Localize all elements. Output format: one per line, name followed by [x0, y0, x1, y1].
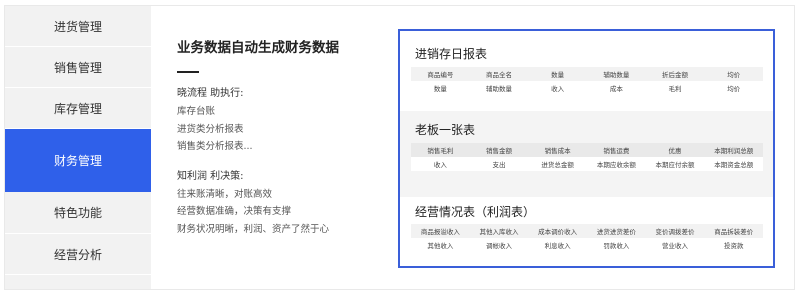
table-cell: 折后金额	[662, 71, 689, 79]
sidebar-item-label: 进货管理	[53, 19, 102, 34]
sidebar-item-purchase[interactable]: 进货管理	[5, 6, 151, 47]
table-cell: 进货总金额	[541, 161, 574, 169]
feature-description: 业务数据自动生成财务数据 晓流程 助执行: 库存台账 进货类分析报表 销售类分析…	[177, 36, 377, 238]
table-cell: 数量	[433, 85, 447, 93]
sidebar-item-label: 经营分析	[53, 247, 102, 262]
sidebar-item-finance[interactable]: 财务管理	[5, 129, 151, 192]
table-cell: 毛利	[668, 85, 682, 93]
table-row: 收入 支出 进货总金额 本期应收余额 本期应付余额 本期资金总额	[411, 157, 763, 171]
table-cell: 调帐收入	[486, 242, 512, 250]
report-table: 销售毛利 销售金额 销售成本 销售运费 优惠 本期利润总额 收入 支出 进货总金…	[411, 143, 763, 171]
table-cell: 利息收入	[544, 242, 571, 250]
table-cell: 支出	[492, 161, 506, 169]
table-row: 商品编号 商品全名 数量 辅助数量 折后金额 均价	[411, 67, 763, 81]
table-cell: 收入	[551, 85, 565, 93]
sidebar: 进货管理 销售管理 库存管理 财务管理 特色功能 经营分析	[5, 6, 151, 289]
report-table: 商品编号 商品全名 数量 辅助数量 折后金额 均价 数量 辅助数量 收入 成本 …	[411, 67, 763, 95]
table-cell: 投资款	[723, 242, 744, 250]
group-heading: 晓流程 助执行:	[177, 88, 244, 99]
sidebar-item-label: 特色功能	[53, 206, 102, 220]
title-underline	[177, 71, 199, 73]
table-cell: 数量	[551, 71, 565, 79]
table-cell: 商品编号	[427, 71, 454, 79]
table-row: 数量 辅助数量 收入 成本 毛利 均价	[411, 81, 763, 95]
table-cell: 辅助数量	[603, 71, 630, 79]
description-group-process: 晓流程 助执行: 库存台账 进货类分析报表 销售类分析报表...	[177, 85, 377, 156]
description-line: 经营数据准确，决策有支撑	[177, 206, 292, 217]
table-row: 销售毛利 销售金额 销售成本 销售运费 优惠 本期利润总额	[411, 143, 763, 157]
table-cell: 本期资金总额	[714, 161, 754, 169]
description-line: 进货类分析报表	[177, 123, 244, 135]
table-cell: 本期应收余额	[596, 161, 636, 169]
table-cell: 本期利润总额	[714, 147, 754, 155]
table-cell: 均价	[727, 71, 741, 79]
sidebar-item-features[interactable]: 特色功能	[5, 192, 151, 234]
table-cell: 销售成本	[544, 147, 571, 155]
table-cell: 变价调拨差价	[655, 228, 695, 236]
description-line: 财务状况明晰，利润、资产了然于心	[177, 223, 330, 235]
table-cell: 成本调价收入	[538, 228, 578, 236]
report-income-statement: 经营情况表（利润表） 商品报溢收入 其他入库收入 成本调价收入 进货进货差价 变…	[400, 197, 773, 266]
table-cell: 均价	[727, 85, 741, 93]
table-cell: 其他入库收入	[479, 228, 519, 236]
table-cell: 收入	[433, 161, 447, 169]
report-title: 老板一张表	[415, 123, 476, 137]
table-cell: 营业收入	[662, 242, 689, 250]
table-cell: 本期应付余额	[655, 161, 695, 169]
table-cell: 罚款收入	[603, 242, 630, 250]
report-preview-panel: 进销存日报表 商品编号 商品全名 数量 辅助数量 折后金额 均价 数量 辅助数量…	[398, 29, 775, 268]
group-heading: 知利润 利决策:	[177, 170, 244, 182]
report-boss-summary: 老板一张表 销售毛利 销售金额 销售成本 销售运费 优惠 本期利润总额 收入 支…	[400, 111, 773, 197]
table-cell: 辅助数量	[486, 85, 512, 93]
report-table: 商品报溢收入 其他入库收入 成本调价收入 进货进货差价 变价调拨差价 商品拆装差…	[411, 224, 763, 252]
table-cell: 销售金额	[486, 147, 512, 155]
report-title: 经营情况表（利润表）	[415, 205, 536, 219]
report-daily: 进销存日报表 商品编号 商品全名 数量 辅助数量 折后金额 均价 数量 辅助数量…	[400, 31, 773, 107]
description-line: 销售类分析报表...	[177, 141, 253, 152]
sidebar-item-label: 销售管理	[53, 60, 102, 75]
sidebar-item-label: 财务管理	[53, 154, 102, 168]
page-frame: 进货管理 销售管理 库存管理 财务管理 特色功能 经营分析 业务数据自动生成财务…	[4, 5, 795, 290]
sidebar-item-analysis[interactable]: 经营分析	[5, 234, 151, 275]
description-group-profit: 知利润 利决策: 往来账清晰，对账高效 经营数据准确，决策有支撑 财务状况明晰，…	[177, 168, 377, 239]
sidebar-item-sales[interactable]: 销售管理	[5, 47, 151, 88]
table-cell: 商品全名	[486, 71, 512, 79]
description-line: 库存台账	[177, 106, 216, 117]
table-cell: 成本	[609, 85, 623, 93]
table-row: 其他收入 调帐收入 利息收入 罚款收入 营业收入 投资款	[411, 238, 763, 252]
sidebar-item-label: 库存管理	[53, 101, 102, 116]
table-cell: 商品拆装差价	[714, 228, 754, 236]
table-row: 商品报溢收入 其他入库收入 成本调价收入 进货进货差价 变价调拨差价 商品拆装差…	[411, 224, 763, 238]
table-cell: 进货进货差价	[596, 228, 636, 236]
report-title: 进销存日报表	[415, 47, 488, 61]
section-title: 业务数据自动生成财务数据	[177, 40, 339, 56]
table-cell: 销售毛利	[427, 147, 454, 155]
table-cell: 优惠	[668, 147, 682, 155]
table-cell: 商品报溢收入	[420, 228, 460, 236]
sidebar-item-inventory[interactable]: 库存管理	[5, 88, 151, 129]
table-cell: 其他收入	[427, 242, 454, 250]
description-line: 往来账清晰，对账高效	[177, 188, 273, 200]
table-cell: 销售运费	[603, 147, 630, 155]
